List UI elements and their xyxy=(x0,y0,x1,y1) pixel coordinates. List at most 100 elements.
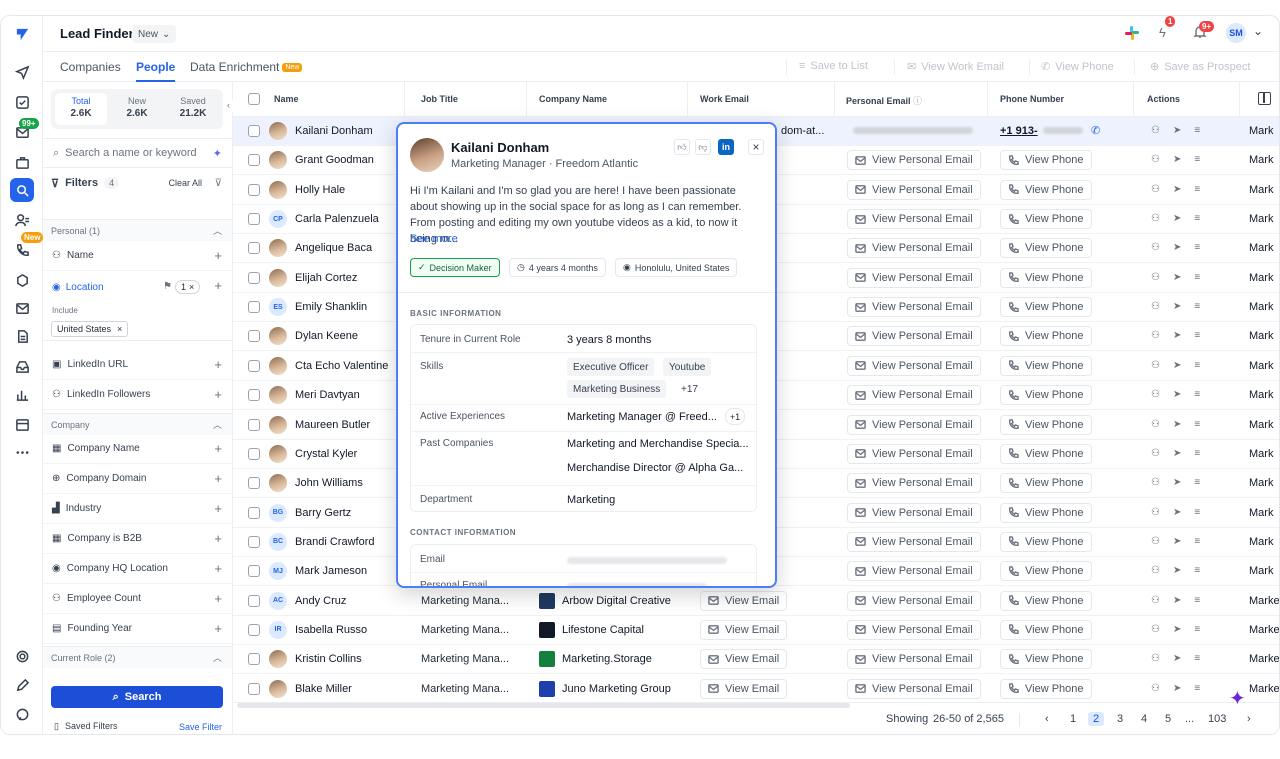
add-to-list-icon[interactable]: ≡ xyxy=(1194,272,1200,283)
row-checkbox[interactable] xyxy=(248,506,260,519)
view-personal-email-button[interactable]: View Personal Email xyxy=(847,297,981,318)
lead-name[interactable]: Maureen Butler xyxy=(295,419,370,431)
add-contact-icon[interactable]: ⚇ xyxy=(1151,419,1160,430)
mail-icon[interactable] xyxy=(10,296,34,320)
search-icon[interactable] xyxy=(10,178,34,202)
slack-icon[interactable] xyxy=(1125,26,1139,40)
add-to-list-icon[interactable]: ≡ xyxy=(1194,125,1200,136)
company-section[interactable]: Company ︿ xyxy=(43,413,232,435)
view-personal-email-button[interactable]: View Personal Email xyxy=(847,355,981,376)
flag-icon[interactable]: ⚑ xyxy=(163,281,172,292)
view-phone-button[interactable]: View Phone xyxy=(1000,649,1092,670)
row-checkbox[interactable] xyxy=(248,389,260,402)
add-to-list-icon[interactable]: ≡ xyxy=(1194,565,1200,576)
lead-name[interactable]: Blake Miller xyxy=(295,683,352,695)
add-contact-icon[interactable]: ⚇ xyxy=(1151,507,1160,518)
inbox-tray-icon[interactable] xyxy=(10,354,34,378)
send-icon[interactable]: ➤ xyxy=(1173,565,1181,576)
lead-name[interactable]: Brandi Crawford xyxy=(295,536,374,548)
add-contact-icon[interactable]: ⚇ xyxy=(1151,125,1160,136)
tab-data-enrichment[interactable]: Data Enrichment New xyxy=(190,60,303,74)
row-checkbox[interactable] xyxy=(248,447,260,460)
view-personal-email-button[interactable]: View Personal Email xyxy=(847,561,981,582)
table-row[interactable]: Kristin Collins Marketing Mana... Marketin… xyxy=(233,645,1279,675)
send-icon[interactable]: ➤ xyxy=(1173,536,1181,547)
send-icon[interactable]: ➤ xyxy=(1173,595,1181,606)
add-contact-icon[interactable]: ⚇ xyxy=(1151,477,1160,488)
avatar[interactable]: SM xyxy=(1226,23,1246,43)
row-checkbox[interactable] xyxy=(248,242,260,255)
view-phone-button[interactable]: View Phone xyxy=(1000,443,1092,464)
table-row[interactable]: IR Isabella Russo Marketing Mana... Lifesto… xyxy=(233,616,1279,645)
app-logo-icon[interactable] xyxy=(10,22,34,46)
plus-icon[interactable]: + xyxy=(214,621,222,636)
row-checkbox[interactable] xyxy=(248,418,260,431)
page-5[interactable]: 5 xyxy=(1165,713,1171,725)
close-icon[interactable]: × xyxy=(748,139,764,155)
view-phone-button[interactable]: View Phone xyxy=(1000,179,1092,200)
more-icon[interactable] xyxy=(10,440,34,464)
add-contact-icon[interactable]: ⚇ xyxy=(1151,653,1160,664)
filter-industry[interactable]: ▟ Industry + xyxy=(43,494,232,524)
view-phone-button[interactable]: View Phone xyxy=(1000,678,1092,699)
tab-people[interactable]: People xyxy=(136,60,176,82)
page-103[interactable]: 103 xyxy=(1208,713,1226,725)
add-to-list-icon[interactable]: ≡ xyxy=(1194,389,1200,400)
filter-linkedin-url[interactable]: ▣ LinkedIn URL + xyxy=(43,350,232,380)
select-all-checkbox[interactable] xyxy=(248,93,260,105)
col-name[interactable]: Name xyxy=(274,94,299,104)
row-checkbox[interactable] xyxy=(248,154,260,167)
view-phone-button[interactable]: View Phone xyxy=(1000,561,1092,582)
view-personal-email-button[interactable]: View Personal Email xyxy=(847,414,981,435)
filter-name[interactable]: ⚇ Name + xyxy=(43,241,232,271)
filter-company-domain[interactable]: ⊕ Company Domain + xyxy=(43,464,232,494)
view-personal-email-button[interactable]: View Personal Email xyxy=(847,473,981,494)
linkedin-icon[interactable]: in xyxy=(718,139,734,155)
plus-icon[interactable]: + xyxy=(214,561,222,576)
send-icon[interactable]: ➤ xyxy=(1173,213,1181,224)
location-count[interactable]: 1 × xyxy=(175,280,201,294)
company-name[interactable]: Lifestone Capital xyxy=(562,624,644,636)
lead-name[interactable]: Emily Shanklin xyxy=(295,301,367,313)
filter-company-b2b[interactable]: ▦ Company is B2B + xyxy=(43,524,232,554)
current-role-section[interactable]: Current Role (2) ︿ xyxy=(43,646,232,668)
lead-name[interactable]: Holly Hale xyxy=(295,184,345,196)
view-phone-button[interactable]: View Phone xyxy=(1000,150,1092,171)
plus-icon[interactable]: + xyxy=(214,278,222,293)
send-icon[interactable]: ➤ xyxy=(1173,448,1181,459)
view-email-button[interactable]: View Email xyxy=(700,590,788,611)
view-phone-button[interactable]: View Phone xyxy=(1000,619,1092,640)
row-checkbox[interactable] xyxy=(248,477,260,490)
view-personal-email-button[interactable]: View Personal Email xyxy=(847,179,981,200)
view-personal-email-button[interactable]: View Personal Email xyxy=(847,678,981,699)
col-actions[interactable]: Actions xyxy=(1147,94,1180,104)
view-phone-button[interactable]: View Phone xyxy=(1000,385,1092,406)
view-personal-email-button[interactable]: View Personal Email xyxy=(847,649,981,670)
row-checkbox[interactable] xyxy=(248,183,260,196)
add-to-list-icon[interactable]: ≡ xyxy=(1194,683,1200,694)
add-contact-icon[interactable]: ⚇ xyxy=(1151,242,1160,253)
add-to-list-icon[interactable]: ≡ xyxy=(1194,242,1200,253)
page-1[interactable]: 1 xyxy=(1070,713,1076,725)
col-job-title[interactable]: Job Title xyxy=(421,94,458,104)
row-checkbox[interactable] xyxy=(248,271,260,284)
phone-number[interactable]: +1 913- xyxy=(1000,125,1038,137)
save-to-list-button[interactable]: ≡ Save to List xyxy=(799,60,868,72)
next-page-icon[interactable]: › xyxy=(1247,713,1251,725)
table-row[interactable]: Blake Miller Marketing Mana... Juno Market… xyxy=(233,675,1279,702)
send-icon[interactable]: ➤ xyxy=(1173,683,1181,694)
document-icon[interactable] xyxy=(10,324,34,348)
thumbs-down-icon[interactable]: 👎︎ xyxy=(695,139,711,155)
send-icon[interactable]: ➤ xyxy=(1173,272,1181,283)
add-to-list-icon[interactable]: ≡ xyxy=(1194,301,1200,312)
view-personal-email-button[interactable]: View Personal Email xyxy=(847,326,981,347)
send-icon[interactable]: ➤ xyxy=(1173,301,1181,312)
view-email-button[interactable]: View Email xyxy=(700,649,788,670)
add-contact-icon[interactable]: ⚇ xyxy=(1151,683,1160,694)
briefcase-icon[interactable] xyxy=(10,150,34,174)
chat-icon[interactable] xyxy=(10,702,34,726)
plus-icon[interactable]: + xyxy=(214,387,222,402)
tasks-icon[interactable] xyxy=(10,90,34,114)
plus-icon[interactable]: + xyxy=(214,501,222,516)
view-phone-button[interactable]: View Phone xyxy=(1000,502,1092,523)
